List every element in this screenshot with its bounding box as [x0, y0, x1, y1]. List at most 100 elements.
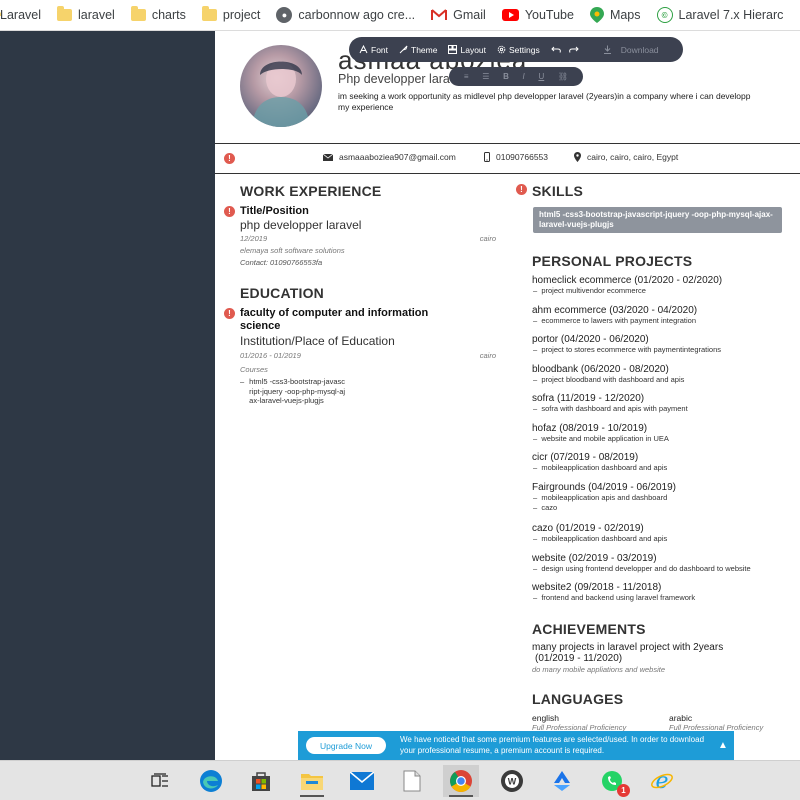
personal-projects-heading[interactable]: PERSONAL PROJECTS: [532, 253, 692, 269]
project-desc: – ecommerce to lawers with payment integ…: [533, 316, 696, 325]
work-company: elemaya soft software solutions: [240, 246, 345, 255]
edge-button[interactable]: [193, 765, 229, 797]
project-item[interactable]: website (02/2019 - 03/2019) – design usi…: [532, 553, 792, 573]
settings-button[interactable]: Settings: [497, 45, 540, 55]
bookmark-laravel-folder[interactable]: Laravel: [0, 8, 41, 22]
layout-button[interactable]: Layout: [448, 45, 486, 55]
project-item[interactable]: bloodbank (06/2020 - 08/2020) – project …: [532, 364, 792, 384]
warning-icon[interactable]: !: [516, 184, 527, 195]
align-left-icon[interactable]: ≡: [464, 72, 469, 81]
bookmark-maps[interactable]: Maps: [589, 7, 641, 23]
mail-button[interactable]: [344, 765, 380, 797]
redo-button[interactable]: [568, 46, 579, 54]
project-item[interactable]: cicr (07/2019 - 08/2019) – mobileapplica…: [532, 452, 792, 472]
font-button[interactable]: Font: [359, 45, 388, 55]
theme-button[interactable]: Theme: [399, 45, 437, 55]
laravel-icon: ©: [656, 7, 673, 23]
project-title: website (02/2019 - 03/2019): [532, 553, 657, 564]
bookmark-charts-folder[interactable]: charts: [130, 6, 186, 22]
store-button[interactable]: [243, 765, 279, 797]
document-button[interactable]: [394, 765, 430, 797]
warning-icon[interactable]: !: [224, 206, 235, 217]
upgrade-now-button[interactable]: Upgrade Now: [306, 737, 386, 754]
bookmark-label: carbonnow ago cre...: [298, 8, 416, 22]
task-view-button[interactable]: [142, 765, 178, 797]
project-item[interactable]: website2 (09/2018 - 11/2018) – frontend …: [532, 582, 792, 602]
project-desc: – project multivendor ecommerce: [533, 286, 646, 295]
whatsapp-icon: 1: [600, 769, 630, 797]
download-icon: [603, 45, 612, 54]
profile-photo[interactable]: [240, 45, 322, 127]
contact-phone[interactable]: 01090766553: [484, 152, 548, 162]
project-item[interactable]: Fairgrounds (04/2019 - 06/2019) – mobile…: [532, 482, 792, 512]
skills-heading[interactable]: SKILLS: [532, 183, 583, 199]
svg-text:e: e: [655, 769, 668, 793]
language-item[interactable]: arabic Full Professional Proficiency: [669, 713, 799, 732]
warning-icon[interactable]: !: [224, 308, 235, 319]
project-desc: – mobileapplication apis and dashboard: [533, 493, 668, 502]
bookmark-carbonnow[interactable]: ● carbonnow ago cre...: [276, 7, 415, 23]
project-desc: – sofra with dashboard and apis with pay…: [533, 404, 688, 413]
achievements-heading[interactable]: ACHIEVEMENTS: [532, 621, 646, 637]
list-icon[interactable]: ☰: [482, 72, 489, 81]
bookmark-gmail[interactable]: Gmail: [431, 8, 486, 22]
project-desc: – website and mobile application in UEA: [533, 434, 669, 443]
project-item[interactable]: portor (04/2020 - 06/2020) – project to …: [532, 334, 792, 354]
resume-summary[interactable]: im seeking a work opportunity as midleve…: [338, 91, 758, 112]
link-icon[interactable]: ⛓: [558, 72, 568, 81]
chevron-up-icon[interactable]: ▲: [718, 740, 728, 751]
project-item[interactable]: cazo (01/2019 - 02/2019) – mobileapplica…: [532, 523, 792, 543]
undo-button[interactable]: [551, 46, 562, 54]
education-institution: Institution/Place of Education: [240, 334, 395, 349]
sync-icon: [550, 769, 574, 793]
bookmark-laravel-hierarchy[interactable]: © Laravel 7.x Hierarc: [656, 7, 784, 23]
resume-headline[interactable]: Php developper laravel: [338, 72, 466, 86]
download-button[interactable]: Download: [603, 45, 659, 55]
contact-location[interactable]: cairo, cairo, cairo, Egypt: [574, 152, 678, 162]
project-item[interactable]: sofra (11/2019 - 12/2020) – sofra with d…: [532, 393, 792, 413]
work-experience-heading[interactable]: WORK EXPERIENCE: [240, 183, 381, 199]
email-value: asmaaaboziea907@gmail.com: [339, 152, 456, 162]
skill-tag[interactable]: html5 -css3-bootstrap-javascript-jquery …: [533, 207, 782, 233]
bookmark-laravel-folder-2[interactable]: laravel: [57, 6, 115, 22]
warning-icon[interactable]: !: [224, 153, 235, 164]
underline-button[interactable]: U: [538, 72, 544, 81]
project-item[interactable]: homeclick ecommerce (01/2020 - 02/2020) …: [532, 275, 792, 295]
brush-icon: [399, 45, 408, 54]
project-desc: – cazo: [533, 503, 558, 512]
project-title: website2 (09/2018 - 11/2018): [532, 582, 662, 593]
folder-icon: [201, 6, 217, 21]
chrome-button[interactable]: [443, 765, 479, 797]
internet-explorer-button[interactable]: e: [644, 765, 680, 797]
bold-button[interactable]: B: [503, 72, 509, 81]
bookmark-project-folder[interactable]: project: [201, 6, 260, 22]
language-item[interactable]: english Full Professional Proficiency: [532, 713, 669, 732]
work-entry[interactable]: Title/Position php developper laravel 12…: [240, 205, 500, 267]
work-contact: Contact: 01090766553fa: [240, 258, 323, 267]
bookmark-youtube[interactable]: YouTube: [501, 8, 574, 22]
project-item[interactable]: hofaz (08/2019 - 10/2019) – website and …: [532, 423, 792, 443]
divider: [215, 173, 800, 174]
bookmark-label: Maps: [609, 8, 641, 22]
achievement-item[interactable]: many projects in laravel project with 2y…: [532, 642, 792, 674]
editor-toolbar: Font Theme Layout Settings Download: [349, 37, 683, 62]
languages-heading[interactable]: LANGUAGES: [532, 691, 623, 707]
education-school: faculty of computer and information scie…: [240, 307, 429, 333]
bookmark-label: Laravel 7.x Hierarc: [678, 8, 784, 22]
sync-button[interactable]: [544, 765, 580, 797]
education-entry[interactable]: faculty of computer and information scie…: [240, 307, 500, 406]
premium-notice-text: We have noticed that some premium featur…: [400, 735, 705, 755]
work-date: 12/2019: [240, 234, 268, 243]
bookmark-label: Laravel: [0, 8, 41, 22]
youtube-icon: [501, 9, 519, 21]
work-title: Title/Position: [240, 205, 309, 217]
whatsapp-button[interactable]: 1: [594, 765, 630, 797]
project-item[interactable]: ahm ecommerce (03/2020 - 04/2020) – ecom…: [532, 305, 792, 325]
contact-row: ! asmaaaboziea907@gmail.com 01090766553 …: [215, 144, 800, 173]
italic-button[interactable]: I: [523, 72, 525, 81]
file-explorer-button[interactable]: [294, 765, 330, 797]
contact-email[interactable]: asmaaaboziea907@gmail.com: [323, 152, 456, 162]
project-desc: – project to stores ecommerce with payme…: [533, 345, 722, 354]
app-w-button[interactable]: W: [494, 765, 530, 797]
education-heading[interactable]: EDUCATION: [240, 285, 324, 301]
